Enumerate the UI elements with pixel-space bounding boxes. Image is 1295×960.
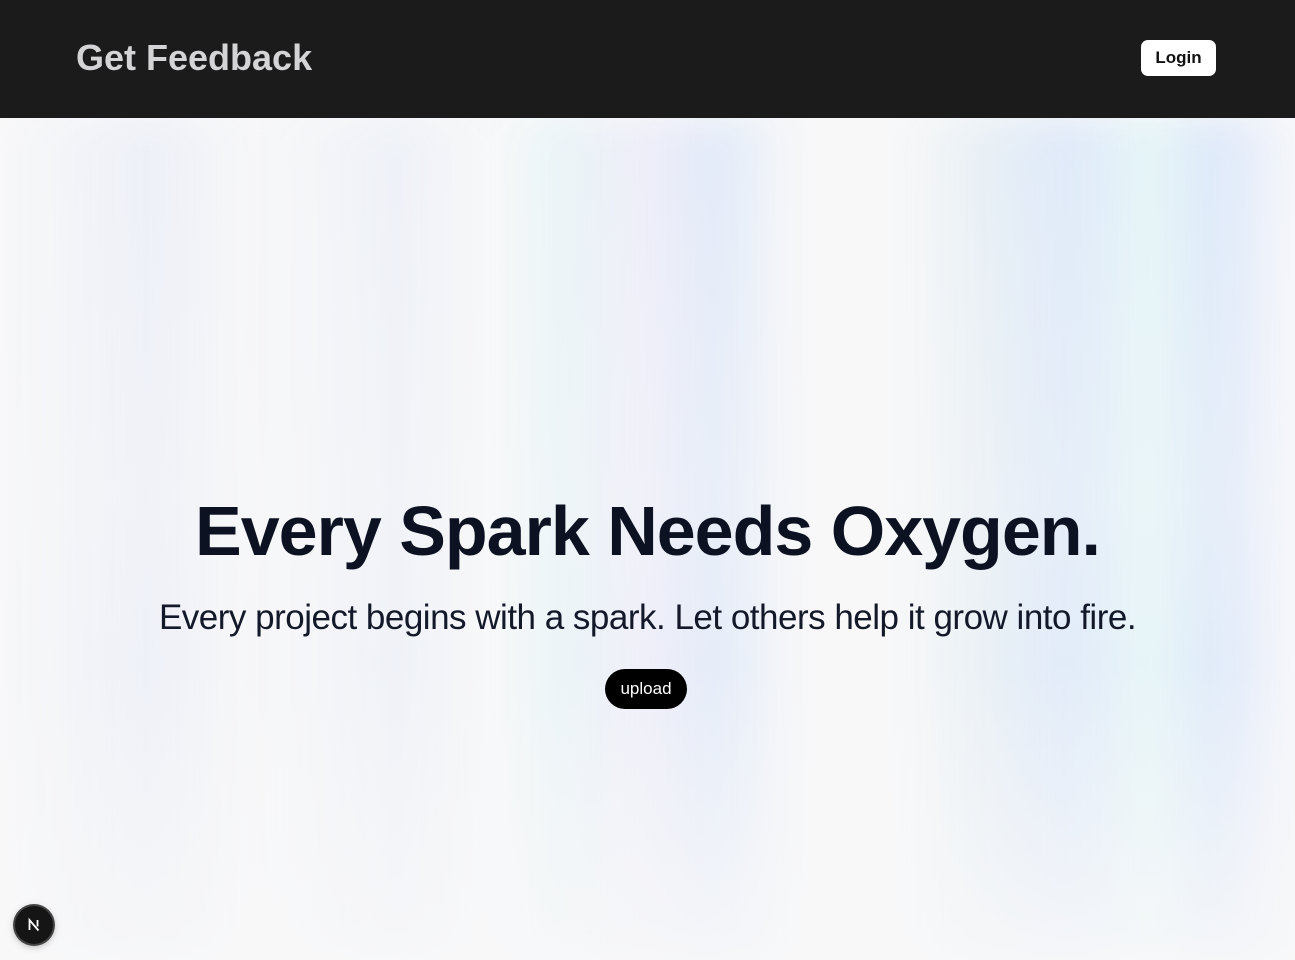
nextjs-dev-indicator[interactable] (15, 906, 53, 944)
page: Get Feedback Login Every Spark Needs Oxy… (0, 0, 1295, 960)
hero-subheadline: Every project begins with a spark. Let o… (158, 598, 1137, 637)
nextjs-logo-icon (28, 917, 40, 932)
brand-title: Get Feedback (76, 37, 313, 78)
hero-headline: Every Spark Needs Oxygen. (195, 492, 1101, 570)
login-button[interactable]: Login (1141, 40, 1216, 76)
hero-section: Every Spark Needs Oxygen. Every project … (0, 118, 1295, 960)
top-navbar: Get Feedback Login (0, 0, 1295, 118)
upload-button[interactable]: upload (605, 669, 687, 709)
